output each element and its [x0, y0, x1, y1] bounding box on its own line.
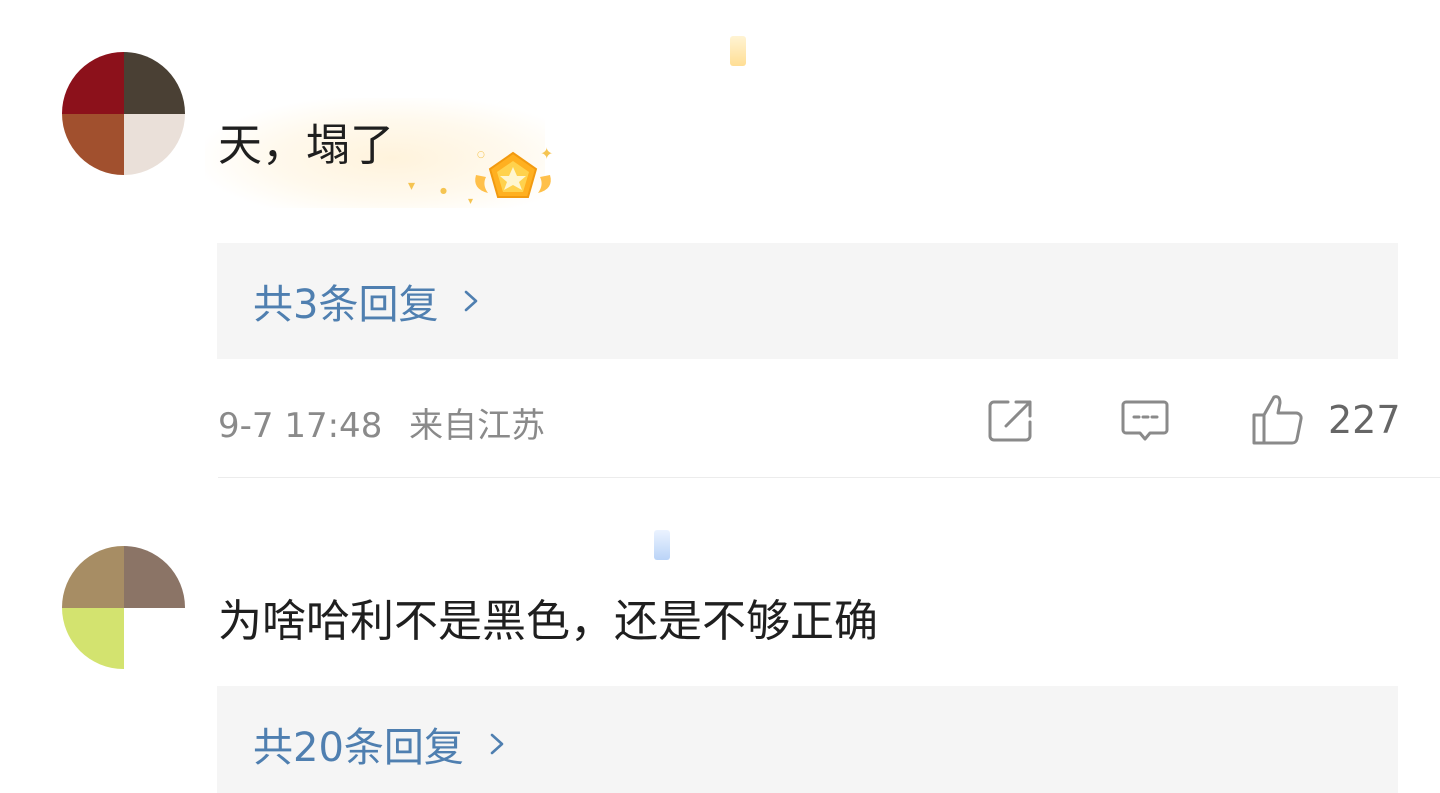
comment-icon [1121, 400, 1169, 441]
avatar-pixel [62, 52, 124, 114]
comment-list: ▾ ● ▾ ✦ ○ 天，塌了 共3条回复 9-7 17:48 来自江苏 227 … [0, 0, 1440, 793]
sparkle-icon: ▾ [408, 178, 416, 194]
chevron-right-icon [490, 733, 504, 755]
medal-icon [475, 151, 551, 198]
chevron-right-icon [465, 290, 478, 312]
comment-item: 为啥哈利不是黑色，还是不够正确 共20条回复 [0, 478, 1440, 793]
like-count: 227 [1328, 398, 1401, 442]
share-button[interactable] [986, 392, 1036, 448]
comment-item: ▾ ● ▾ ✦ ○ 天，塌了 共3条回复 9-7 17:48 来自江苏 227 [0, 0, 1440, 478]
avatar[interactable] [62, 52, 185, 175]
replies-link[interactable]: 共3条回复 [253, 243, 482, 359]
like-button[interactable]: 227 [1250, 392, 1401, 448]
view-replies-button[interactable]: 共20条回复 [217, 686, 1398, 793]
avatar-pixel [123, 546, 185, 608]
vip-badge-icon [730, 36, 746, 66]
avatar-pixel [123, 52, 185, 114]
avatar[interactable] [62, 546, 185, 669]
replies-count-label: 共20条回复 [253, 725, 464, 771]
replies-link[interactable]: 共20条回复 [253, 686, 508, 793]
view-replies-button[interactable]: 共3条回复 [217, 243, 1398, 359]
avatar-pixel [62, 546, 124, 608]
sparkle-icon: ● [440, 186, 447, 195]
replies-count-label: 共3条回复 [253, 282, 439, 328]
avatar-pixel [62, 607, 124, 669]
avatar-pixel [123, 113, 185, 175]
thumbs-up-icon [1252, 395, 1303, 445]
comment-meta: 9-7 17:48 来自江苏 [218, 398, 545, 447]
avatar-pixel [123, 607, 185, 669]
location: 来自江苏 [409, 406, 546, 446]
share-icon [988, 400, 1032, 442]
reply-button[interactable] [1120, 392, 1170, 448]
comment-text: 天，塌了 [218, 120, 394, 171]
comment-text: 为啥哈利不是黑色，还是不够正确 [218, 596, 878, 647]
username[interactable] [218, 38, 748, 72]
username[interactable] [218, 527, 668, 561]
avatar-pixel [62, 113, 124, 175]
timestamp: 9-7 17:48 [218, 406, 383, 446]
vip-badge-icon [654, 530, 670, 560]
